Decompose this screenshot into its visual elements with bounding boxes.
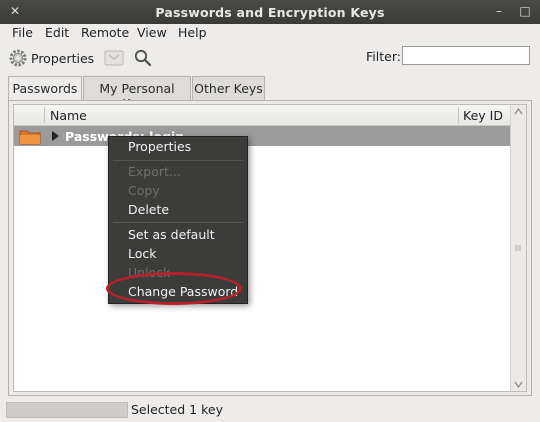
title-bar: Passwords and Encryption Keys ✕ – □ [0,0,540,24]
window-title: Passwords and Encryption Keys [155,5,385,20]
filter-label: Filter: [366,49,401,64]
properties-label: Properties [31,50,95,66]
scroll-grip-icon[interactable] [515,245,521,251]
status-text: Selected 1 key [131,402,223,417]
table-row[interactable]: Passwords: login [14,126,510,146]
search-icon [134,49,152,67]
expander-arrow-icon[interactable] [51,131,60,141]
scroll-down-icon[interactable] [514,381,523,388]
menu-item-properties[interactable]: Properties [128,139,191,154]
menu-item-lock[interactable]: Lock [128,246,157,261]
folder-icon [19,130,41,145]
scroll-up-icon[interactable] [514,108,523,115]
column-header-name[interactable]: Name [50,108,87,123]
menu-bar: File Edit Remote View Help [0,24,540,42]
app-window: Passwords and Encryption Keys ✕ – □ File… [0,0,540,422]
progress-area [6,402,128,418]
find-button[interactable] [133,46,153,70]
column-header-key-id[interactable]: Key ID [463,108,503,123]
menu-item-export: Export... [128,164,181,179]
maximize-window-icon[interactable]: □ [518,4,532,18]
menu-view[interactable]: View [137,25,167,40]
menu-item-delete[interactable]: Delete [128,202,169,217]
menu-separator [113,222,243,223]
column-separator [44,107,45,123]
gear-icon [9,49,27,67]
key-tree-view[interactable]: Name Key ID Passwords: login [13,104,527,392]
export-icon [104,50,124,66]
properties-button[interactable]: Properties [8,46,94,70]
menu-remote[interactable]: Remote [81,25,129,40]
filter-input[interactable] [402,46,530,65]
menu-item-copy: Copy [128,183,160,198]
minimize-window-icon[interactable]: – [492,4,506,18]
close-window-icon[interactable]: ✕ [8,4,22,18]
tab-panel: Name Key ID Passwords: login [8,100,532,396]
column-separator [458,107,459,123]
menu-separator [113,160,243,161]
menu-edit[interactable]: Edit [45,25,69,40]
menu-file[interactable]: File [12,25,33,40]
export-button[interactable] [103,46,125,70]
tab-my-personal-keys[interactable]: My Personal Keys [83,76,191,111]
tab-other-keys[interactable]: Other Keys [192,76,265,100]
menu-item-set-as-default[interactable]: Set as default [128,227,215,242]
annotation-ring [106,272,242,305]
status-bar: Selected 1 key [0,399,540,422]
column-header-row: Name Key ID [14,105,510,126]
menu-help[interactable]: Help [178,25,207,40]
tab-passwords[interactable]: Passwords [8,76,82,101]
vertical-scrollbar[interactable] [510,105,526,391]
